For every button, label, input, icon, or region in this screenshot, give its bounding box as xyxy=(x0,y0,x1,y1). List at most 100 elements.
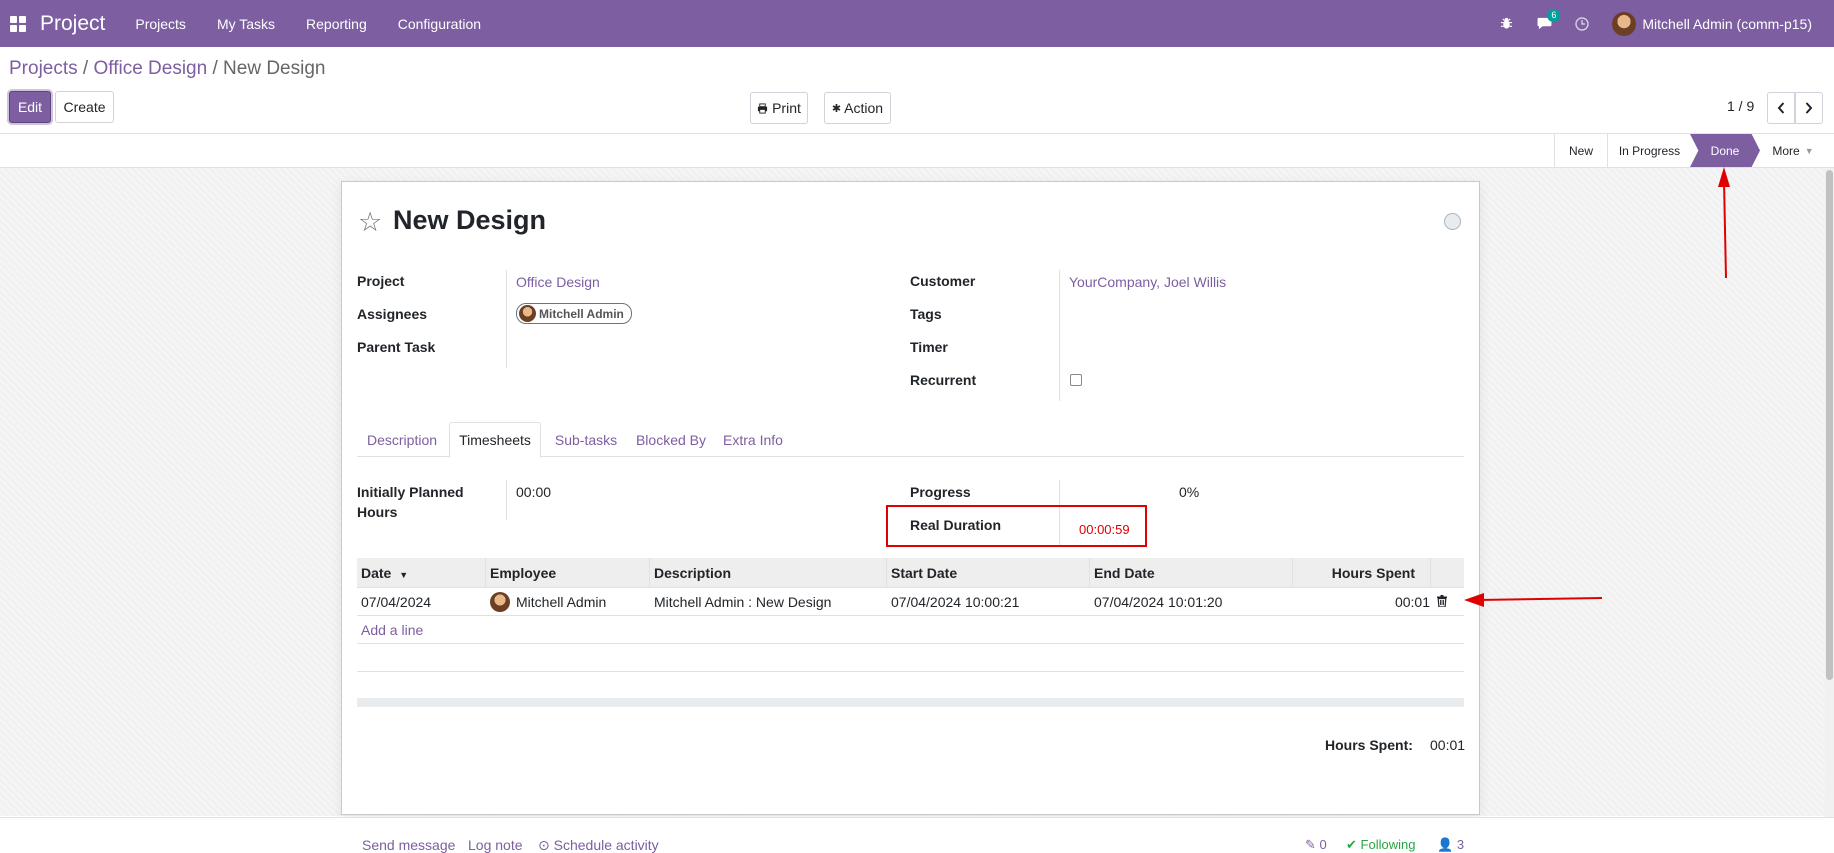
add-line-label[interactable]: Add a line xyxy=(361,616,423,644)
paperclip-icon: ✎ xyxy=(1305,837,1316,852)
stage-in-progress[interactable]: In Progress xyxy=(1607,134,1691,167)
kanban-state-indicator[interactable] xyxy=(1444,213,1461,230)
attachments-button[interactable]: ✎ 0 xyxy=(1305,837,1327,853)
notebook-tabs: Description Timesheets Sub-tasks Blocked… xyxy=(357,422,1464,458)
menu-reporting[interactable]: Reporting xyxy=(306,16,367,32)
breadcrumb-projects[interactable]: Projects xyxy=(9,58,78,79)
create-button[interactable]: Create xyxy=(55,91,114,123)
followers-button[interactable]: 👤 3 xyxy=(1437,837,1464,853)
clock-icon: ⊙ xyxy=(538,837,550,853)
gear-icon: ✱ xyxy=(831,102,842,115)
stage-more-label: More xyxy=(1772,143,1800,158)
edit-button[interactable]: Edit xyxy=(9,91,51,123)
menu-my-tasks[interactable]: My Tasks xyxy=(217,16,275,32)
task-title[interactable]: New Design xyxy=(393,205,546,236)
assignee-tag[interactable]: Mitchell Admin xyxy=(516,303,632,324)
chevron-left-icon xyxy=(1777,102,1785,114)
row-employee[interactable]: Mitchell Admin xyxy=(486,588,606,616)
following-label: Following xyxy=(1360,837,1416,852)
log-note-button[interactable]: Log note xyxy=(468,837,523,853)
total-hours-label: Hours Spent: xyxy=(1325,737,1413,753)
row-date[interactable]: 07/04/2024 xyxy=(357,588,431,616)
field-label-recurrent: Recurrent xyxy=(910,372,977,388)
field-label-timer: Timer xyxy=(910,339,948,355)
column-header-start-date[interactable]: Start Date xyxy=(887,558,1090,588)
assignees-field[interactable]: Mitchell Admin xyxy=(516,303,632,325)
stage-more-dropdown[interactable]: More ▼ xyxy=(1760,134,1826,167)
app-grid-icon[interactable] xyxy=(10,15,26,32)
breadcrumb-separator: / xyxy=(82,58,89,79)
action-label: Action xyxy=(844,100,884,116)
timesheet-table: Date ▼ Employee Description Start Date E… xyxy=(357,558,1464,672)
status-bar: New In Progress Done More ▼ xyxy=(0,133,1834,168)
pager-previous-button[interactable] xyxy=(1767,92,1795,124)
pager-next-button[interactable] xyxy=(1795,92,1823,124)
breadcrumb: Projects / Office Design / New Design xyxy=(9,58,325,80)
column-header-description[interactable]: Description xyxy=(650,558,887,588)
field-label-parent-task: Parent Task xyxy=(357,339,436,355)
row-description[interactable]: Mitchell Admin : New Design xyxy=(650,588,831,616)
table-row: Add a line xyxy=(357,616,1464,644)
column-header-employee[interactable]: Employee xyxy=(486,558,650,588)
table-footer xyxy=(357,698,1464,707)
pager-value[interactable]: 1 / 9 xyxy=(1727,98,1754,114)
breadcrumb-current: New Design xyxy=(223,58,326,79)
scrollbar[interactable] xyxy=(1825,168,1834,853)
row-start-date[interactable]: 07/04/2024 10:00:21 xyxy=(887,588,1019,616)
avatar xyxy=(1612,11,1637,36)
bug-icon[interactable] xyxy=(1498,16,1514,32)
progress-value: 0% xyxy=(1179,484,1200,500)
field-label-progress: Progress xyxy=(910,484,971,500)
avatar xyxy=(490,592,510,612)
row-hours-spent[interactable]: 00:01 xyxy=(1293,588,1431,616)
trash-icon[interactable] xyxy=(1437,595,1447,607)
tab-blocked-by[interactable]: Blocked By xyxy=(631,422,711,457)
recurrent-checkbox[interactable] xyxy=(1070,374,1082,386)
chat-count-badge: 6 xyxy=(1547,8,1561,22)
row-employee-name: Mitchell Admin xyxy=(516,594,607,610)
followers-count: 3 xyxy=(1456,837,1465,852)
tab-sub-tasks[interactable]: Sub-tasks xyxy=(543,422,629,457)
send-message-button[interactable]: Send message xyxy=(362,837,455,853)
tab-extra-info[interactable]: Extra Info xyxy=(713,422,793,457)
form-sheet: ☆ New Design Project Assignees Parent Ta… xyxy=(341,181,1480,815)
column-header-hours-spent[interactable]: Hours Spent xyxy=(1293,558,1431,588)
star-icon[interactable]: ☆ xyxy=(358,207,382,238)
caret-down-icon: ▼ xyxy=(1804,145,1814,156)
breadcrumb-separator: / xyxy=(212,58,218,79)
project-field[interactable]: Office Design xyxy=(516,274,600,290)
table-row[interactable]: 07/04/2024 Mitchell Admin Mitchell Admin… xyxy=(357,588,1464,616)
print-button[interactable]: Print xyxy=(750,92,808,124)
action-button[interactable]: ✱ Action xyxy=(824,92,891,124)
chatter-bar: Send message Log note ⊙ Schedule activit… xyxy=(0,817,1834,853)
chat-icon[interactable]: 6 xyxy=(1536,8,1561,32)
menu-projects[interactable]: Projects xyxy=(135,16,186,32)
assignee-name: Mitchell Admin xyxy=(539,306,624,321)
clock-icon[interactable] xyxy=(1574,16,1590,32)
stage-new[interactable]: New xyxy=(1554,134,1607,167)
schedule-activity-label: Schedule activity xyxy=(553,837,659,853)
stage-done[interactable]: Done xyxy=(1690,134,1760,167)
field-label-planned-hours: Initially Planned Hours xyxy=(357,484,464,520)
column-header-date[interactable]: Date ▼ xyxy=(357,558,486,588)
menu-configuration[interactable]: Configuration xyxy=(398,16,481,32)
planned-hours-value[interactable]: 00:00 xyxy=(516,484,551,500)
column-header-end-date[interactable]: End Date xyxy=(1090,558,1293,588)
chevron-right-icon xyxy=(1805,102,1813,114)
user-menu[interactable]: Mitchell Admin (comm-p15) xyxy=(1612,11,1812,36)
add-line-link[interactable]: Add a line xyxy=(357,616,423,644)
print-icon xyxy=(758,102,768,114)
field-label-customer: Customer xyxy=(910,273,976,289)
schedule-activity-button[interactable]: ⊙ Schedule activity xyxy=(538,837,659,853)
app-title[interactable]: Project xyxy=(40,12,105,36)
breadcrumb-office-design[interactable]: Office Design xyxy=(93,58,207,79)
tab-timesheets[interactable]: Timesheets xyxy=(449,422,541,458)
row-end-date[interactable]: 07/04/2024 10:01:20 xyxy=(1090,588,1222,616)
customer-field[interactable]: YourCompany, Joel Willis xyxy=(1069,274,1226,290)
avatar xyxy=(519,305,536,322)
tab-description[interactable]: Description xyxy=(357,422,447,457)
following-button[interactable]: ✔ Following xyxy=(1346,837,1415,853)
customer-link[interactable]: YourCompany, Joel Willis xyxy=(1069,274,1226,290)
field-label-assignees: Assignees xyxy=(357,306,428,322)
project-link[interactable]: Office Design xyxy=(516,274,600,290)
